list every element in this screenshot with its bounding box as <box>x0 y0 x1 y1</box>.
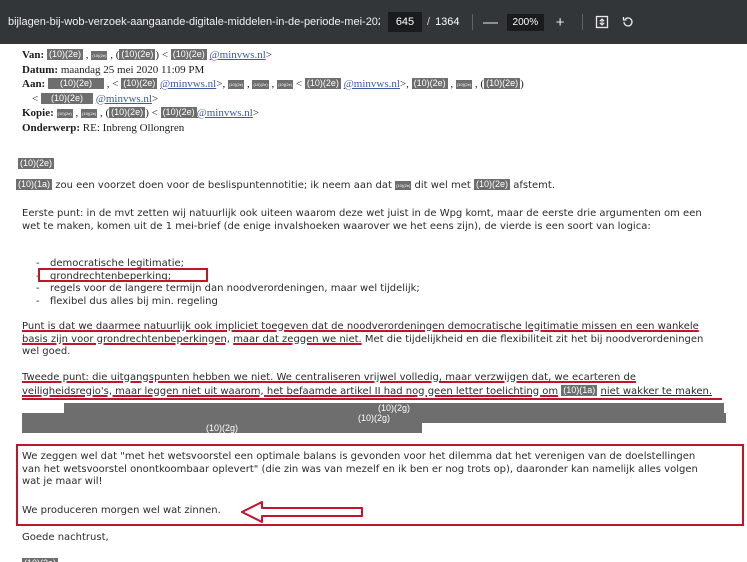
redaction-block: (10)(1a) <box>16 179 53 190</box>
paragraph-1: (10)(1a) zou een voorzet doen voor de be… <box>16 179 716 193</box>
redaction-block: (10)(2e) <box>47 78 104 89</box>
cc-row: Kopie: (10)(2e) , (10)(2e) , ((10)(2e)) … <box>22 107 260 119</box>
redaction-block: (10)(2e) <box>109 107 146 118</box>
cc-label: Kopie: <box>22 107 54 119</box>
underlined-text: Tweede punt: die uitgangspunten hebben w… <box>22 372 636 397</box>
redaction-block: (10)(2e) <box>81 109 98 118</box>
email-domain[interactable]: @minvws.nl <box>210 49 266 61</box>
page-number-input[interactable]: 645 <box>388 12 422 32</box>
redaction-bar: (10)(2g) <box>22 413 726 423</box>
redaction-block: (10)(2e) <box>170 49 207 60</box>
zoom-out-button[interactable]: — <box>481 14 501 31</box>
redaction-block: (10)(2e) <box>46 49 83 60</box>
signature: (10)(2e) <box>22 552 59 562</box>
email-header: Van: (10)(2e) , (10)(2e) , ((10)(2e)) < … <box>22 48 524 135</box>
redaction-block: (10)(2e) <box>227 80 245 89</box>
redaction-block: (10)(2e) <box>411 78 448 89</box>
redaction-block: (10)(2e) <box>56 109 73 118</box>
redaction-block: (10)(2e) <box>304 78 341 89</box>
paragraph-2: Eerste punt: in de mvt zetten wij natuur… <box>22 208 702 232</box>
subject-label: Onderwerp: <box>22 121 81 134</box>
email-domain[interactable]: @minvws.nl <box>197 107 253 119</box>
closing-text: Goede nachtrust, <box>22 532 109 543</box>
date-value: maandag 25 mei 2020 11:09 PM <box>60 63 205 76</box>
arguments-list: democratische legitimatie; grondrechtenb… <box>34 258 634 308</box>
zoom-level-input[interactable]: 200% <box>506 13 545 31</box>
total-pages: 1364 <box>435 16 460 28</box>
paragraph-6: We produceren morgen wel wat zinnen. <box>22 505 221 516</box>
redaction-block: (10)(2e) <box>474 179 511 190</box>
list-item: regels voor de langere termijn dan noodv… <box>34 283 634 296</box>
page-indicator: 645 / 1364 <box>388 12 460 32</box>
to-label: Aan: <box>22 78 46 90</box>
paragraph-1-text-2: dit wel met <box>414 180 471 191</box>
paragraph-5: We zeggen wel dat "met het wetsvoorstel … <box>22 451 698 487</box>
redaction-block: (10)(2e) <box>22 558 59 562</box>
email-domain[interactable]: @minvws.nl <box>96 93 152 105</box>
paragraph-1-text: zou een voorzet doen voor de beslispunte… <box>55 180 392 191</box>
annotation-box <box>38 268 208 282</box>
date-label: Datum: <box>22 63 59 76</box>
date-row: Datum: maandag 25 mei 2020 11:09 PM <box>22 63 524 78</box>
redaction-block: (10)(1a) <box>561 384 598 396</box>
underlined-text: maar dat zeggen we niet. <box>233 333 362 345</box>
page-separator: / <box>427 16 431 28</box>
rotate-icon[interactable] <box>617 11 639 33</box>
redaction-bar: (10)(2g) <box>64 403 724 413</box>
pdf-page: Van: (10)(2e) , (10)(2e) , ((10)(2e)) < … <box>0 44 747 562</box>
zoom-in-button[interactable]: + <box>550 14 570 31</box>
list-item: flexibel dus alles bij min. regeling <box>34 296 634 309</box>
underlined-text: niet wakker te maken. <box>600 385 713 397</box>
arrow-icon <box>241 501 363 523</box>
pdf-toolbar: bijlagen-bij-wob-verzoek-aangaande-digit… <box>0 0 747 44</box>
redaction-block: (10)(2e) <box>121 78 158 89</box>
redaction-block: (10)(2e) <box>18 158 55 169</box>
redaction-block: (10)(2e) <box>276 80 294 89</box>
toolbar-divider <box>582 14 584 30</box>
subject-row: Onderwerp: RE: Inbreng Ollongren <box>22 121 524 136</box>
paragraph-4: Tweede punt: die uitgangspunten hebben w… <box>22 372 722 398</box>
email-domain[interactable]: @minvws.nl <box>344 78 400 90</box>
redaction-block: (10)(2e) <box>395 181 412 190</box>
redaction-bar: (10)(2g) <box>22 423 422 433</box>
salutation: (10)(2e) <box>18 152 55 171</box>
redaction-block: (10)(2e) <box>160 107 197 118</box>
to-row-continued: < (10)(2e) @minvws.nl> <box>32 92 159 105</box>
redaction-block: (10)(2e) <box>484 78 521 89</box>
to-row: Aan: (10)(2e) , < (10)(2e) @minvws.nl>, … <box>22 78 524 90</box>
toolbar-divider <box>471 14 473 30</box>
redaction-block: (10)(2e) <box>455 80 473 89</box>
paragraph-3: Punt is dat we daarmee natuurlijk ook im… <box>22 321 722 359</box>
redaction-block: (10)(2e) <box>40 92 93 104</box>
email-domain[interactable]: @minvws.nl <box>160 78 216 90</box>
document-title: bijlagen-bij-wob-verzoek-aangaande-digit… <box>8 16 380 28</box>
redaction-block: (10)(2e) <box>119 49 156 60</box>
fit-to-page-icon[interactable] <box>591 11 613 33</box>
annotation-line <box>22 398 722 400</box>
from-row: Van: (10)(2e) , (10)(2e) , ((10)(2e)) < … <box>22 49 273 61</box>
subject-value: RE: Inbreng Ollongren <box>82 121 185 134</box>
paragraph-1-text-3: afstemt. <box>513 180 555 191</box>
from-label: Van: <box>22 49 45 61</box>
redaction-block: (10)(2e) <box>252 80 269 89</box>
redaction-block: (10)(2e) <box>91 51 108 60</box>
